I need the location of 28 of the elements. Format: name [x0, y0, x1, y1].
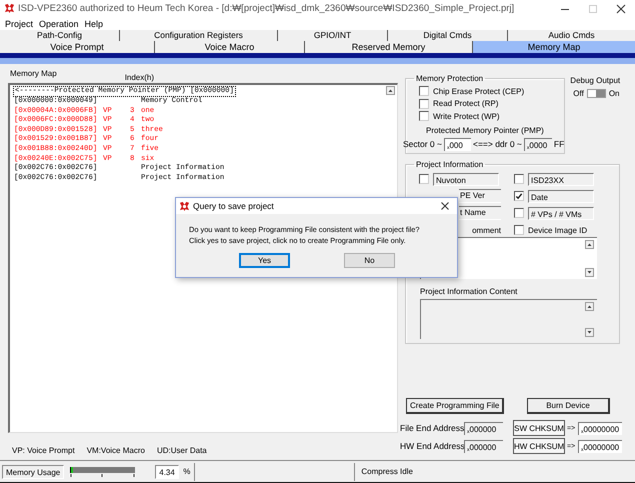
- field-label: Protected Memory Pointer (PMP): [426, 126, 545, 134]
- status-message: Compress Idle: [354, 462, 620, 480]
- group-title: Memory Protection: [415, 74, 484, 83]
- checkbox-label: Read Protect (RP): [433, 99, 498, 108]
- column-header: Index(h): [124, 73, 154, 83]
- field-label: omment: [471, 226, 501, 234]
- field-label: Sector 0 ~: [403, 139, 442, 149]
- window-title: ISD-VPE2360 authorized to Heum Tech Korea - [d:₩[project]₩isd_dmk_2360₩source₩ISD2360_Simple_Project.prj]: [18, 3, 516, 14]
- panel-label: Memory Map: [10, 69, 57, 80]
- field-label: FF: [554, 139, 564, 149]
- field-label: File End Address: [400, 423, 462, 433]
- legend-text: VP: Voice Prompt: [12, 446, 75, 455]
- field-label: <==> ddr 0 ~: [472, 139, 522, 149]
- status-label: Memory Usage: [2, 464, 64, 478]
- legend-text: VM:Voice Macro: [86, 446, 145, 455]
- usage-value-field: 4.34: [155, 464, 180, 478]
- dialog-title: Query to save project: [193, 201, 275, 211]
- toggle-label: Off: [573, 89, 584, 98]
- field-label: Project Information Content: [420, 287, 518, 296]
- field-label: HW End Address: [400, 441, 462, 451]
- checkbox-label: Chip Erase Protect (CEP): [433, 86, 524, 96]
- unit-label: %: [183, 467, 190, 476]
- debug-output-label: Debug Output: [570, 76, 620, 85]
- checkbox-label: Write Protect (WP): [433, 112, 500, 121]
- group-title: Project Information: [415, 160, 484, 169]
- toggle-label: On: [608, 89, 620, 98]
- checkbox-label: Device Image ID: [528, 226, 588, 234]
- legend-text: UD:User Data: [156, 446, 207, 455]
